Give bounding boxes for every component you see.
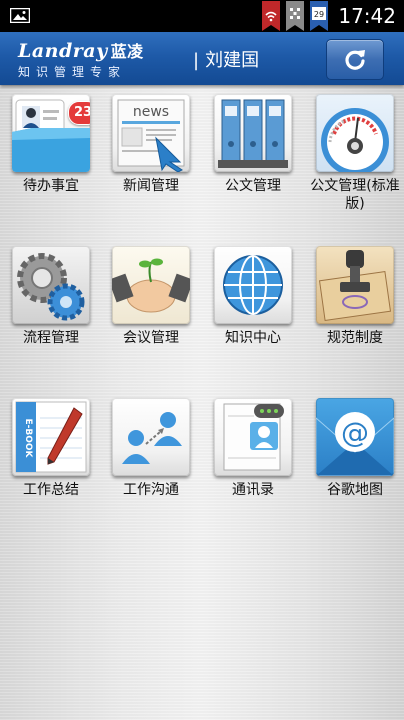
app-document-standard[interactable]: 公文管理(标准版) bbox=[304, 94, 404, 213]
app-workflow[interactable]: 流程管理 bbox=[0, 246, 102, 347]
logo-cn: 蓝凌 bbox=[110, 42, 144, 61]
app-label: 公文管理(标准版) bbox=[310, 178, 400, 212]
app-communication[interactable]: 工作沟通 bbox=[100, 398, 202, 499]
app-label: 流程管理 bbox=[23, 330, 79, 346]
wifi-notification-icon bbox=[262, 1, 281, 31]
user-name-text: 刘建国 bbox=[205, 50, 260, 71]
logo-subtitle: 知识管理专家 bbox=[18, 65, 127, 79]
grid-notification-icon bbox=[286, 1, 305, 31]
binders-icon bbox=[214, 94, 292, 172]
people-icon bbox=[112, 398, 190, 476]
app-header: Landray 蓝凌 知识管理专家 | 刘建国 bbox=[0, 32, 404, 85]
app-label: 工作总结 bbox=[23, 482, 79, 498]
app-label: 知识中心 bbox=[225, 330, 281, 346]
gauge-icon bbox=[316, 94, 394, 172]
app-label: 规范制度 bbox=[327, 330, 383, 346]
globe-icon bbox=[214, 246, 292, 324]
app-label: 公文管理 bbox=[225, 178, 281, 194]
ebook-icon: E-BOOK bbox=[12, 398, 90, 476]
svg-text:@: @ bbox=[341, 416, 369, 449]
logo-text: Landray bbox=[18, 40, 108, 62]
app-label: 待办事宜 bbox=[23, 178, 79, 194]
separator: | bbox=[193, 50, 200, 71]
svg-text:29: 29 bbox=[314, 10, 324, 19]
news-icon: news bbox=[112, 94, 190, 172]
app-google-maps[interactable]: @ 谷歌地图 bbox=[304, 398, 404, 499]
landray-logo: Landray 蓝凌 知识管理专家 bbox=[18, 38, 144, 80]
refresh-icon bbox=[345, 49, 365, 70]
app-label: 新闻管理 bbox=[123, 178, 179, 194]
status-bar: 29 17:42 bbox=[0, 0, 404, 32]
app-label: 通讯录 bbox=[232, 482, 274, 498]
handshake-icon bbox=[112, 246, 190, 324]
address-book-icon bbox=[214, 398, 292, 476]
refresh-button[interactable] bbox=[326, 39, 384, 80]
clock: 17:42 bbox=[338, 4, 396, 28]
email-envelope-icon: @ bbox=[316, 398, 394, 476]
app-label: 谷歌地图 bbox=[327, 482, 383, 498]
app-label: 会议管理 bbox=[123, 330, 179, 346]
app-meeting[interactable]: 会议管理 bbox=[100, 246, 202, 347]
todo-folder-icon: 23 bbox=[12, 94, 90, 172]
calendar-notification-icon: 29 bbox=[310, 1, 329, 31]
stamp-icon bbox=[316, 246, 394, 324]
app-label: 工作沟通 bbox=[123, 482, 179, 498]
user-name: | 刘建国 bbox=[193, 46, 259, 72]
gallery-icon bbox=[10, 8, 30, 23]
app-knowledge[interactable]: 知识中心 bbox=[202, 246, 304, 347]
app-regulations[interactable]: 规范制度 bbox=[304, 246, 404, 347]
gears-icon bbox=[12, 246, 90, 324]
app-todo[interactable]: 23 待办事宜 bbox=[0, 94, 102, 195]
svg-text:news: news bbox=[133, 104, 169, 120]
app-work-summary[interactable]: E-BOOK 工作总结 bbox=[0, 398, 102, 499]
app-document[interactable]: 公文管理 bbox=[202, 94, 304, 195]
svg-text:E-BOOK: E-BOOK bbox=[23, 418, 33, 458]
app-contacts[interactable]: 通讯录 bbox=[202, 398, 304, 499]
todo-badge: 23 bbox=[68, 101, 90, 125]
app-news[interactable]: news 新闻管理 bbox=[100, 94, 202, 195]
